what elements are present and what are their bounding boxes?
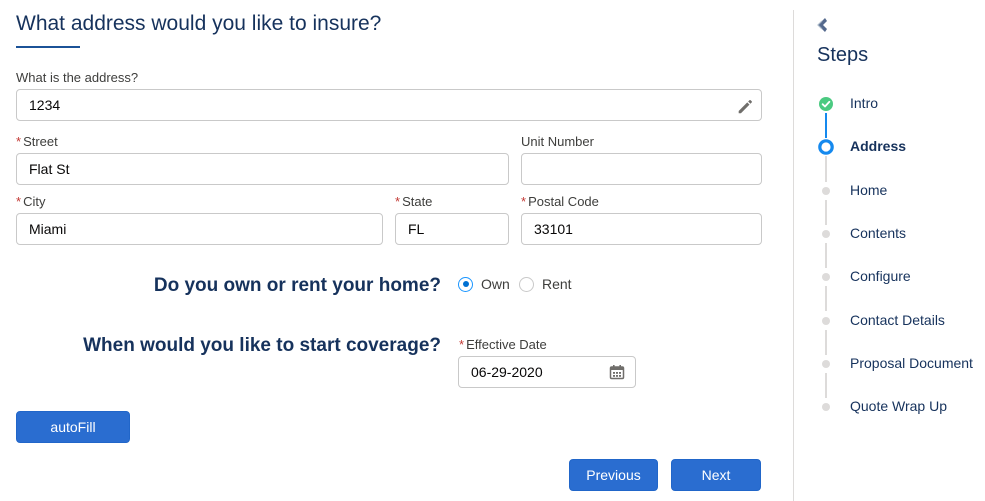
postal-label-text: Postal Code xyxy=(528,194,599,209)
step-pending-marker[interactable] xyxy=(822,403,830,412)
steps-title: Steps xyxy=(817,44,869,66)
state-label: * State xyxy=(395,194,432,209)
unit-label: Unit Number xyxy=(521,134,594,149)
effective-date-label-text: Effective Date xyxy=(466,337,547,352)
coverage-question: When would you like to start coverage? xyxy=(83,335,441,356)
radio-own-label: Own xyxy=(481,276,510,292)
step-pending-marker[interactable] xyxy=(822,186,830,195)
step-pending-marker[interactable] xyxy=(822,273,830,282)
step-connector xyxy=(825,329,827,355)
form-panel: What address would you like to insure? W… xyxy=(0,0,790,501)
step-connector xyxy=(825,242,827,269)
title-underline xyxy=(16,46,80,48)
address-label: What is the address? xyxy=(16,70,139,85)
postal-label: * Postal Code xyxy=(521,194,599,209)
unit-input[interactable] xyxy=(521,153,762,185)
step-label[interactable]: Contents xyxy=(850,225,906,241)
radio-rent-label: Rent xyxy=(542,276,572,292)
step-label[interactable]: Address xyxy=(850,138,906,154)
radio-own-circle[interactable] xyxy=(458,276,473,292)
calendar-icon[interactable] xyxy=(609,364,625,380)
autofill-button[interactable]: autoFill xyxy=(16,411,130,443)
page-title: What address would you like to insure? xyxy=(16,12,382,35)
required-mark: * xyxy=(16,134,22,149)
step-connector xyxy=(825,372,827,399)
step-pending-marker[interactable] xyxy=(822,229,830,238)
step-label[interactable]: Intro xyxy=(850,95,878,111)
required-mark: * xyxy=(395,194,401,209)
radio-rent[interactable]: Rent xyxy=(519,276,572,292)
required-mark: * xyxy=(521,194,527,209)
step-connector xyxy=(825,199,827,225)
effective-date-label: * Effective Date xyxy=(459,337,547,352)
previous-button[interactable]: Previous xyxy=(569,459,658,491)
step-label[interactable]: Quote Wrap Up xyxy=(850,398,947,414)
step-label[interactable]: Home xyxy=(850,182,887,198)
next-button[interactable]: Next xyxy=(671,459,761,491)
required-mark: * xyxy=(459,337,465,352)
street-label-text: Street xyxy=(23,134,58,149)
pencil-icon[interactable] xyxy=(736,97,754,115)
step-connector xyxy=(825,286,827,312)
own-rent-question: Do you own or rent your home? xyxy=(153,275,441,296)
city-input[interactable] xyxy=(16,213,383,245)
street-label: * Street xyxy=(16,134,58,149)
city-label-text: City xyxy=(23,194,46,209)
step-connector xyxy=(825,113,827,139)
steps-panel: Steps Intro Address Home Contents Configure C… xyxy=(794,0,985,501)
required-mark: * xyxy=(16,194,22,209)
step-pending-marker[interactable] xyxy=(822,359,830,368)
city-label: * City xyxy=(16,194,45,209)
step-active-marker[interactable] xyxy=(818,139,834,160)
address-input[interactable] xyxy=(16,89,762,121)
step-label[interactable]: Contact Details xyxy=(850,312,945,328)
radio-own[interactable]: Own xyxy=(458,276,510,292)
step-label[interactable]: Configure xyxy=(850,268,911,284)
step-label[interactable]: Proposal Document xyxy=(850,355,973,371)
step-pending-marker[interactable] xyxy=(822,316,830,325)
street-input[interactable] xyxy=(16,153,509,185)
postal-input[interactable] xyxy=(521,213,762,245)
state-label-text: State xyxy=(402,194,433,209)
check-circle-icon[interactable] xyxy=(819,97,833,116)
state-input[interactable] xyxy=(395,213,509,245)
radio-rent-circle[interactable] xyxy=(519,276,534,292)
collapse-panel-icon[interactable] xyxy=(816,17,828,33)
